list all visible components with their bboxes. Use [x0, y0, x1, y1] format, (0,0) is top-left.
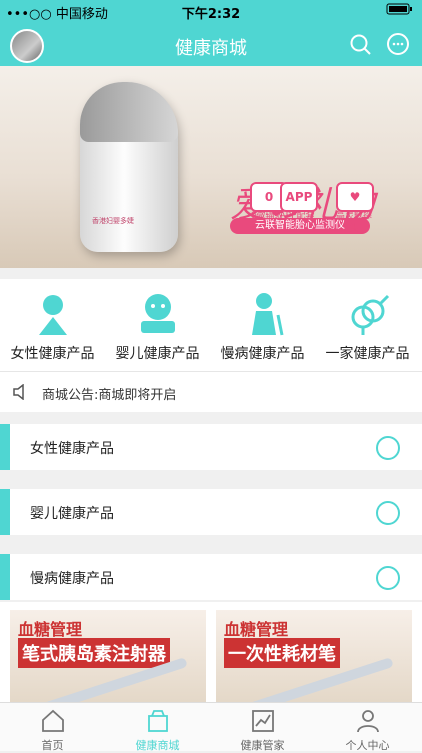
chevron-up-icon[interactable]: [376, 566, 400, 590]
status-time: 下午2:32: [181, 7, 241, 22]
category-family[interactable]: 一家健康产品: [315, 279, 420, 371]
tab-bar: 首页 健康商城 健康管家 个人中心: [0, 702, 422, 752]
section-baby-title: 婴儿健康产品: [30, 506, 114, 522]
category-family-label: 一家健康产品: [325, 346, 410, 362]
device-label: 香港妇婴多婕: [92, 217, 134, 225]
product-category: 血糖管理: [18, 620, 83, 639]
woman-icon: [39, 295, 67, 335]
shop-icon: [148, 710, 168, 732]
nav-bar: 健康商城: [0, 22, 422, 66]
chart-icon: [252, 710, 274, 732]
tab-home-label: 首页: [41, 739, 64, 752]
product-category: 血糖管理: [224, 620, 289, 639]
tab-shop-label: 健康商城: [135, 739, 180, 752]
device-top: [80, 82, 178, 142]
section-chronic[interactable]: 慢病健康产品: [0, 554, 422, 600]
category-baby[interactable]: 婴儿健康产品: [105, 279, 210, 371]
category-baby-label: 婴儿健康产品: [115, 346, 200, 362]
category-grid: 女性健康产品 婴儿健康产品 慢病健康产品 一家健康产品: [0, 279, 422, 371]
tab-shop[interactable]: 健康商城: [105, 703, 210, 752]
product-card[interactable]: 血糖管理 一次性耗材笔: [216, 610, 412, 702]
tab-home[interactable]: 首页: [0, 703, 105, 752]
announcement-text: 商城公告:商城即将开启: [42, 388, 177, 403]
category-chronic-label: 慢病健康产品: [220, 346, 305, 362]
home-icon: [42, 709, 64, 732]
tab-manager[interactable]: 健康管家: [210, 703, 315, 752]
section-baby[interactable]: 婴儿健康产品: [0, 489, 422, 535]
section-accent: [0, 554, 10, 600]
chevron-up-icon[interactable]: [376, 436, 400, 460]
section-women-title: 女性健康产品: [30, 441, 114, 457]
tab-manager-label: 健康管家: [240, 739, 285, 752]
product-card[interactable]: 血糖管理 笔式胰岛素注射器: [10, 610, 206, 702]
baby-icon: [141, 294, 175, 333]
product-name: 笔式胰岛素注射器: [18, 638, 170, 668]
status-bar: •••○○ 中国移动 下午2:32: [0, 0, 422, 22]
section-chronic-title: 慢病健康产品: [30, 571, 114, 587]
product-list: 血糖管理 笔式胰岛素注射器 血糖管理 一次性耗材笔: [0, 602, 422, 702]
elder-icon: [252, 293, 284, 336]
announcement-bar[interactable]: 商城公告:商城即将开启: [0, 371, 422, 412]
search-icon[interactable]: [348, 32, 372, 56]
user-icon: [357, 710, 379, 733]
section-women[interactable]: 女性健康产品: [0, 424, 422, 470]
promo-banner[interactable]: 香港妇婴多婕 爱の礼物 云联智能胎心监测仪 0 0微辐射 APP APP配套 ♥…: [0, 66, 422, 268]
section-accent: [0, 489, 10, 535]
message-icon[interactable]: [386, 32, 410, 56]
speaker-icon: [12, 383, 30, 404]
battery-icon: [386, 3, 414, 19]
category-women[interactable]: 女性健康产品: [0, 279, 105, 371]
family-icon: [351, 294, 390, 335]
product-name: 一次性耗材笔: [224, 638, 340, 668]
chevron-up-icon[interactable]: [376, 501, 400, 525]
tab-profile[interactable]: 个人中心: [315, 703, 420, 752]
badge-probe-caption: 高灵敏探头: [335, 211, 372, 234]
badge-app-caption: APP配套: [279, 211, 315, 221]
category-women-label: 女性健康产品: [10, 346, 95, 362]
tab-profile-label: 个人中心: [345, 739, 390, 752]
category-chronic[interactable]: 慢病健康产品: [210, 279, 315, 371]
section-accent: [0, 424, 10, 470]
